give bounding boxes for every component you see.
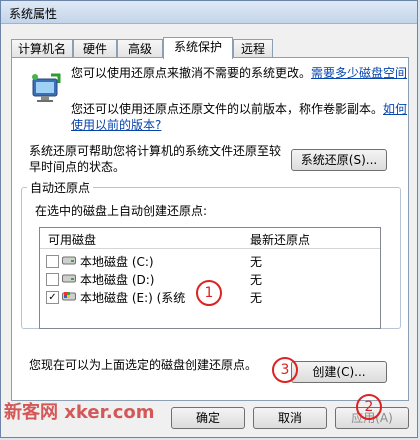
annotation-circle-1: 1 [196,280,222,306]
column-latest-restore-point[interactable]: 最新还原点 [250,231,310,248]
disk-d-checkbox[interactable] [46,273,59,286]
intro-line-1: 您可以使用还原点来撤消不需要的系统更改。需要多少磁盘空间 [71,65,411,81]
disk-c-checkbox[interactable] [46,255,59,268]
column-available-disks[interactable]: 可用磁盘 [48,231,96,248]
disk-row-c[interactable]: 本地磁盘 (C:) 无 [40,252,380,270]
system-restore-description: 系统还原可帮助您将计算机的系统文件还原至较早时间点的状态。 [29,144,282,174]
window-title: 系统属性 [9,7,58,21]
disk-e-latest: 无 [250,291,263,305]
tab-hardware[interactable]: 硬件 [73,39,117,57]
disk-space-link[interactable]: 需要多少磁盘空间 [311,66,407,80]
disk-d-name: 本地磁盘 (D:) [80,273,155,287]
auto-restore-description: 在选中的磁盘上自动创建还原点: [35,204,208,218]
cancel-button[interactable]: 取消 [253,407,327,429]
title-bar: 系统属性 [1,1,417,24]
system-restore-button[interactable]: 系统还原(S)... [291,149,387,171]
annotation-circle-2: 2 [356,394,382,420]
annotation-circle-3: 3 [272,357,298,383]
disk-e-checkbox[interactable]: ✓ [46,291,59,304]
drive-icon [62,274,76,283]
create-restore-description: 您现在可以为上面选定的磁盘创建还原点。 [29,358,258,372]
system-protection-icon [29,73,63,105]
disk-e-name: 本地磁盘 (E:) (系统 [80,291,186,305]
tab-computer-name[interactable]: 计算机名 [11,39,73,57]
disk-c-latest: 无 [250,255,263,269]
windows-drive-icon [62,292,76,301]
system-properties-window: 系统属性 计算机名 硬件 高级 系统保护 远程 您可以使用还原点来撤消不需要的系… [0,0,418,438]
tab-remote[interactable]: 远程 [233,39,273,57]
intro-line-2: 您还可以使用还原点还原文件的以前版本，称作卷影副本。如何使用以前的版本? [71,101,411,133]
tab-system-protection[interactable]: 系统保护 [163,37,233,59]
tab-advanced[interactable]: 高级 [117,39,163,57]
auto-restore-title: 自动还原点 [27,179,94,196]
ok-button[interactable]: 确定 [171,407,245,429]
disk-d-latest: 无 [250,273,263,287]
intro-text-1: 您可以使用还原点来撤消不需要的系统更改。 [71,66,312,80]
disk-c-name: 本地磁盘 (C:) [80,255,154,269]
disk-list[interactable]: 可用磁盘 最新还原点 本地磁盘 (C:) 无 本地磁盘 (D:) 无 ✓ 本地磁… [39,227,381,329]
watermark: 新客网 xker.com [4,402,155,423]
create-button[interactable]: 创建(C)... [291,361,387,383]
drive-icon [62,256,76,265]
disk-list-header: 可用磁盘 最新还原点 [40,228,380,249]
intro-text-2: 您还可以使用还原点还原文件的以前版本，称作卷影副本。 [71,102,384,116]
